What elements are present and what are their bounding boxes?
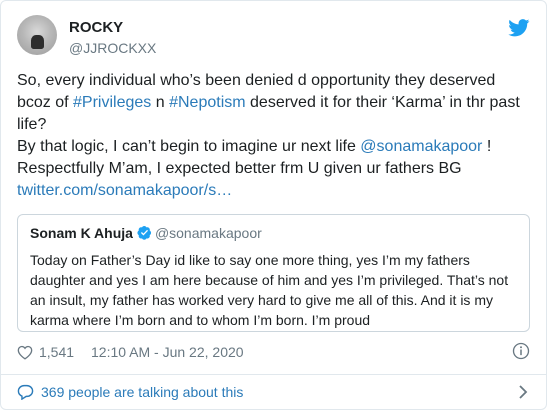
author-name[interactable]: ROCKY xyxy=(69,19,123,36)
embedded-tweet-card: ROCKY @JJROCKXX So, every individual who… xyxy=(0,0,547,410)
tweet-line: So, every individual who’s been denied d… xyxy=(17,70,532,92)
hashtag-nepotism-link[interactable]: #Nepotism xyxy=(169,94,245,111)
tweet-text-fragment: n xyxy=(151,94,170,111)
verified-badge-icon xyxy=(137,225,151,240)
tweet-line: life? xyxy=(17,114,532,136)
tweet-body: So, every individual who’s been denied d… xyxy=(17,70,532,202)
quoted-tweet-text: Today on Father’s Day id like to say one… xyxy=(30,252,509,328)
tweet-text-fragment: ! xyxy=(482,138,492,155)
heart-icon[interactable] xyxy=(17,345,33,360)
tweet-timestamp[interactable]: 12:10 AM - Jun 22, 2020 xyxy=(91,344,244,360)
quoted-author-handle: @sonamakapoor xyxy=(154,225,262,241)
tweet-text-fragment: bcoz of xyxy=(17,94,74,111)
divider xyxy=(1,374,546,375)
tweet-line: Respectfully M’am, I expected better frm… xyxy=(17,158,532,180)
tweet-line: twitter.com/sonamakapoor/s… xyxy=(17,180,532,202)
tweet-text-fragment: So, every individual who’s been denied d… xyxy=(17,72,496,89)
tweet-line: bcoz of #Privileges n #Nepotism deserved… xyxy=(17,92,532,114)
quoted-tweet[interactable]: Sonam K Ahuja @sonamakapoor Today on Fat… xyxy=(17,214,530,332)
hashtag-privileges-link[interactable]: #Privileges xyxy=(73,94,151,111)
mention-link[interactable]: @sonamakapoor xyxy=(360,138,482,155)
tweet-header: ROCKY @JJROCKXX xyxy=(17,13,530,63)
tweet-footer[interactable]: 369 people are talking about this xyxy=(17,381,530,405)
tweet-text-fragment: Respectfully M’am, I expected better frm… xyxy=(17,160,462,177)
avatar[interactable] xyxy=(17,15,57,55)
tweet-text-fragment: By that logic, I can’t begin to imagine … xyxy=(17,138,361,155)
tweet-text-fragment: deserved it for their ‘Karma’ in thr pas… xyxy=(245,94,520,111)
chevron-right-icon[interactable] xyxy=(518,384,528,400)
twitter-bird-icon[interactable] xyxy=(508,19,530,37)
quoted-author-name: Sonam K Ahuja xyxy=(30,225,133,241)
comment-icon[interactable] xyxy=(17,384,34,400)
quoted-tweet-header: Sonam K Ahuja @sonamakapoor xyxy=(30,225,262,245)
author-handle[interactable]: @JJROCKXX xyxy=(69,40,156,56)
tweet-url-link[interactable]: twitter.com/sonamakapoor/s… xyxy=(17,182,232,199)
tweet-line: By that logic, I can’t begin to imagine … xyxy=(17,136,532,158)
conversation-link[interactable]: 369 people are talking about this xyxy=(41,384,243,400)
tweet-text-fragment: life? xyxy=(17,116,47,133)
tweet-meta: 1,541 12:10 AM - Jun 22, 2020 xyxy=(17,341,530,365)
info-icon[interactable] xyxy=(512,342,530,360)
like-count[interactable]: 1,541 xyxy=(39,344,74,360)
